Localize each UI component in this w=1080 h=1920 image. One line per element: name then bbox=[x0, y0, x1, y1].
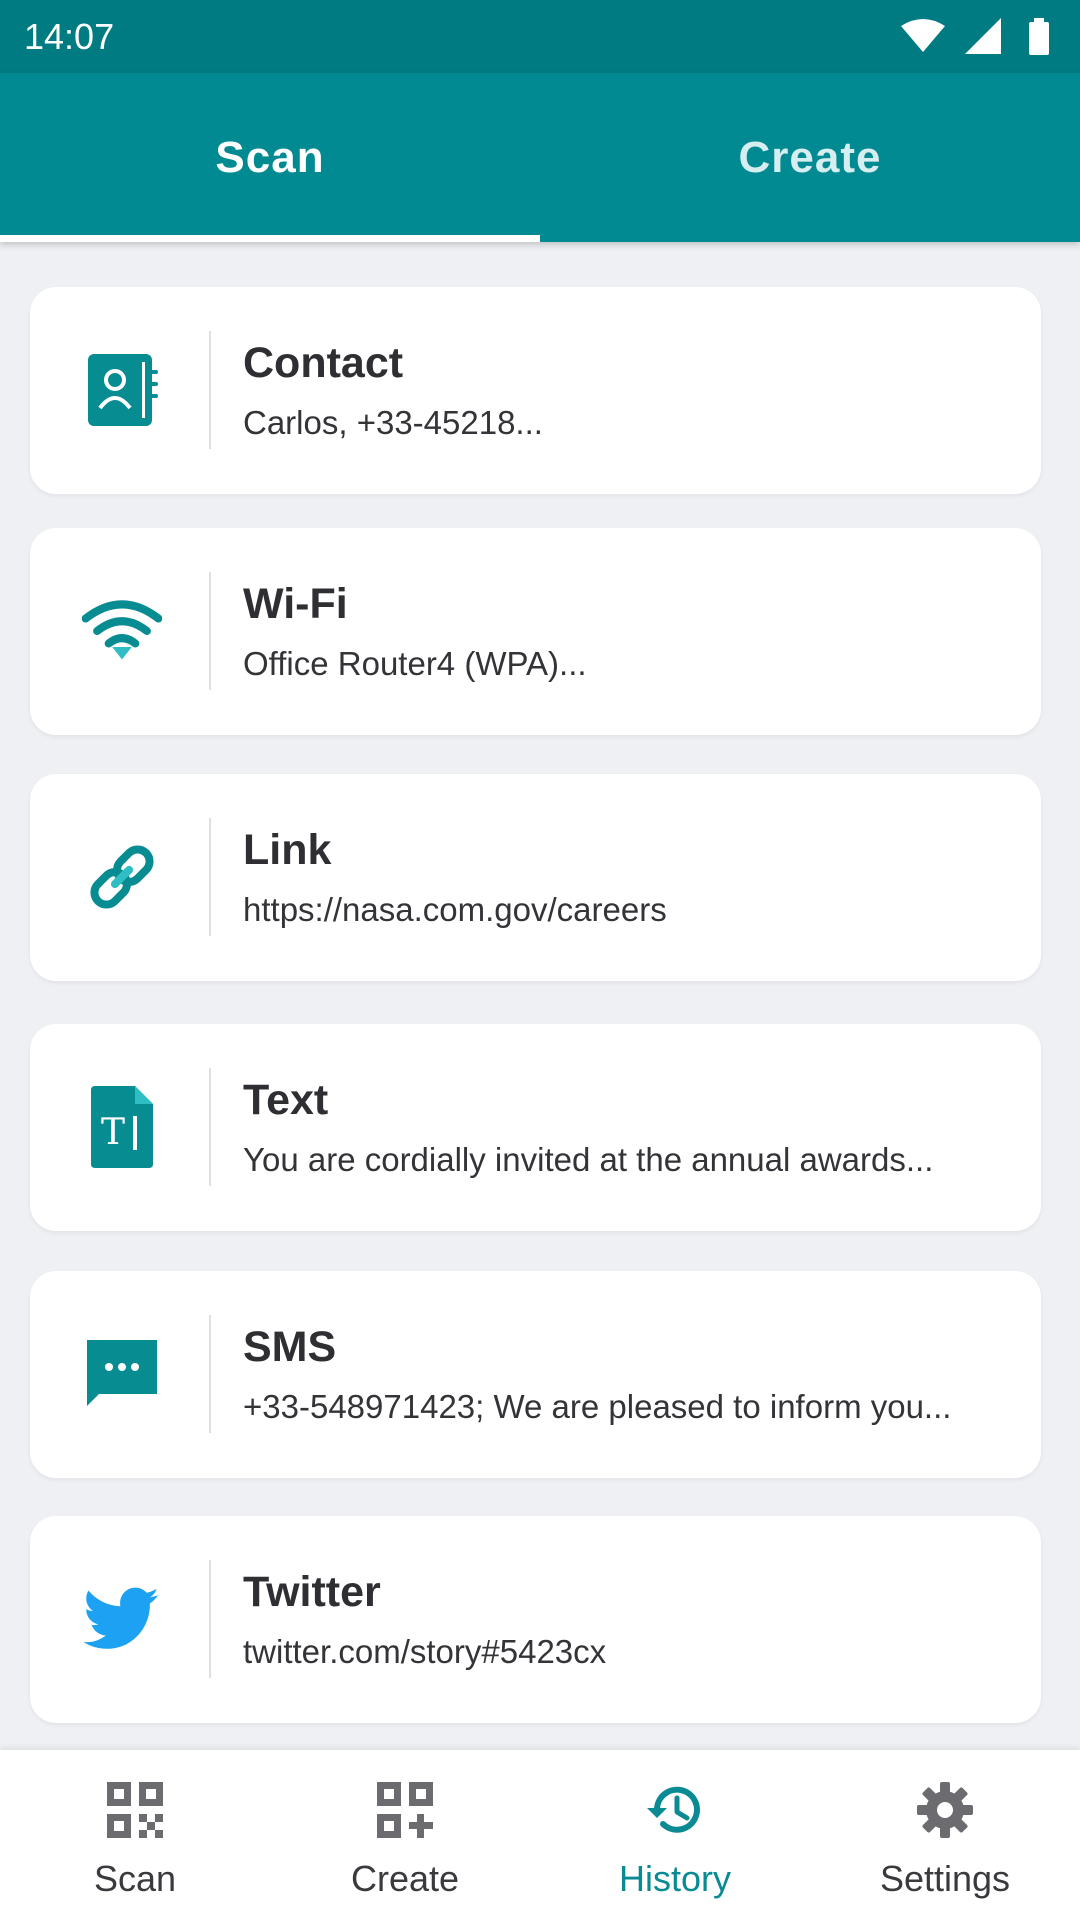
battery-icon bbox=[1029, 18, 1049, 55]
bottom-nav: Scan Create History Settings bbox=[0, 1750, 1080, 1920]
status-time: 14:07 bbox=[24, 16, 115, 57]
history-item-title: Wi-Fi bbox=[243, 580, 348, 628]
tab-scan[interactable]: Scan bbox=[0, 73, 540, 242]
status-bar: 14:07 bbox=[0, 0, 1080, 73]
history-item-twitter[interactable]: Twitter twitter.com/story#5423cx bbox=[30, 1516, 1041, 1723]
twitter-bird-icon bbox=[84, 1587, 159, 1649]
history-item-title: Twitter bbox=[243, 1568, 381, 1616]
svg-text:T: T bbox=[101, 1112, 125, 1153]
history-item-sms[interactable]: SMS +33-548971423; We are pleased to inf… bbox=[30, 1271, 1041, 1478]
history-item-detail: Carlos, +33-45218... bbox=[243, 404, 543, 441]
history-item-title: SMS bbox=[243, 1323, 337, 1371]
contact-book-icon bbox=[88, 354, 158, 426]
history-item-wifi[interactable]: Wi-Fi Office Router4 (WPA)... bbox=[30, 528, 1041, 735]
nav-label: Create bbox=[350, 1858, 460, 1899]
nav-history[interactable]: History bbox=[540, 1750, 810, 1920]
history-item-detail: Office Router4 (WPA)... bbox=[243, 645, 587, 682]
app-bar: Scan Create bbox=[0, 73, 1080, 242]
nav-settings[interactable]: Settings bbox=[810, 1750, 1080, 1920]
nav-label: History bbox=[618, 1858, 731, 1899]
nav-label: Scan bbox=[93, 1858, 177, 1899]
history-item-detail: You are cordially invited at the annual … bbox=[243, 1141, 934, 1178]
nav-create[interactable]: Create bbox=[270, 1750, 540, 1920]
history-item-title: Text bbox=[243, 1076, 329, 1124]
history-item-detail: https://nasa.com.gov/careers bbox=[243, 891, 667, 928]
history-item-title: Contact bbox=[243, 339, 404, 387]
qr-add-icon bbox=[377, 1782, 433, 1838]
nav-label: Settings bbox=[879, 1858, 1011, 1899]
history-item-link[interactable]: Link https://nasa.com.gov/careers bbox=[30, 774, 1041, 981]
qr-code-icon bbox=[107, 1782, 163, 1838]
gear-icon bbox=[917, 1782, 973, 1838]
wifi-icon bbox=[901, 19, 945, 52]
text-document-icon: T bbox=[91, 1086, 153, 1168]
link-icon bbox=[90, 845, 154, 909]
history-icon bbox=[647, 1786, 700, 1833]
history-item-detail: +33-548971423; We are pleased to inform … bbox=[243, 1388, 952, 1425]
tab-indicator bbox=[0, 235, 540, 242]
history-item-text[interactable]: T Text You are cordially invited at the … bbox=[30, 1024, 1041, 1231]
nav-scan[interactable]: Scan bbox=[0, 1750, 270, 1920]
cell-signal-icon bbox=[965, 18, 1001, 54]
history-item-contact[interactable]: Contact Carlos, +33-45218... bbox=[30, 287, 1041, 494]
history-item-title: Link bbox=[243, 826, 332, 874]
tab-create[interactable]: Create bbox=[540, 73, 1080, 242]
history-item-detail: twitter.com/story#5423cx bbox=[243, 1633, 607, 1670]
wifi-icon bbox=[82, 600, 162, 660]
message-icon bbox=[87, 1340, 157, 1406]
